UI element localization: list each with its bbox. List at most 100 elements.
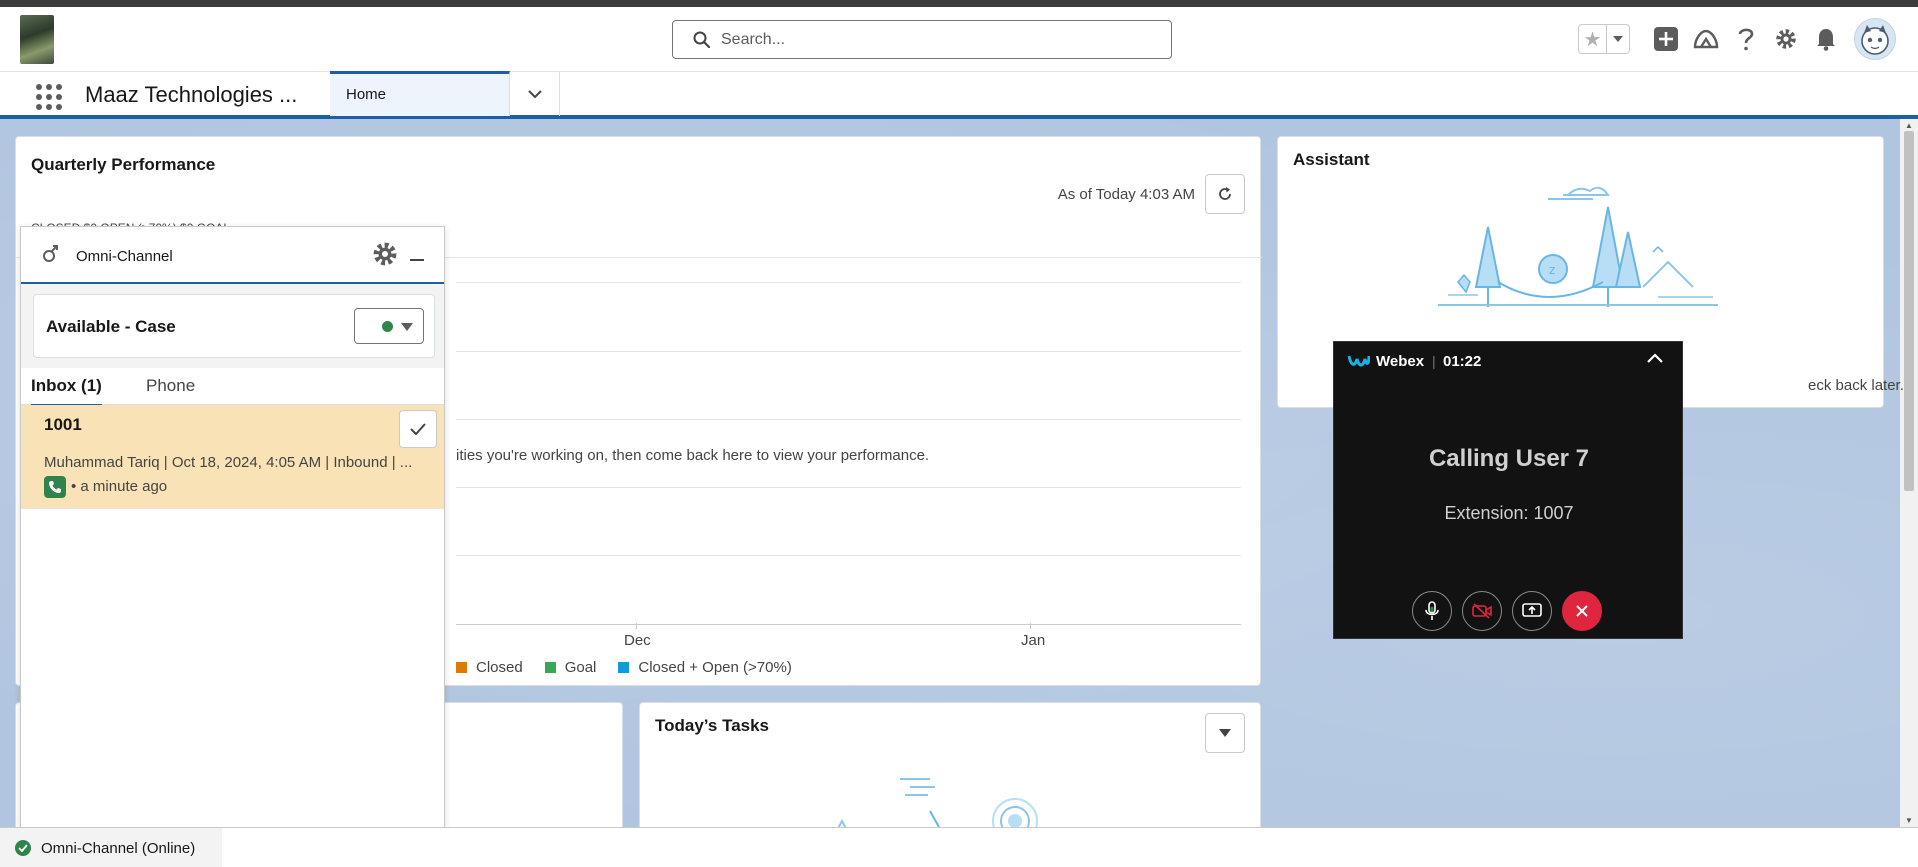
video-button[interactable] [1462,591,1502,631]
global-search[interactable] [672,20,1172,59]
org-logo[interactable] [20,15,54,64]
microphone-icon [1425,601,1439,620]
help-button[interactable] [1726,22,1766,56]
chart-gridline [456,487,1241,488]
user-avatar[interactable] [1854,18,1896,60]
chevron-down-icon [1219,729,1231,737]
x-tick-label: Jan [1021,632,1046,649]
x-tick-label: Dec [624,632,651,649]
utility-bar: Omni-Channel (Online) [0,827,1918,867]
scroll-up-arrow-icon[interactable]: ▲ [1905,121,1913,130]
chevron-down-icon [1613,36,1623,42]
search-icon [693,31,710,48]
navigation-menu-button[interactable] [510,72,560,116]
omni-tabs: Inbox (1) Phone [21,368,444,407]
trailhead-icon [1693,29,1719,49]
search-input[interactable] [721,27,1151,53]
omni-channel-icon [43,245,58,262]
legend-label: Closed + Open (>70%) [638,659,792,676]
chart-gridline [456,282,1241,283]
gear-icon [1776,29,1796,49]
tab-inbox[interactable]: Inbox (1) [31,376,102,407]
share-screen-icon [1522,603,1542,617]
notifications-button[interactable] [1806,22,1846,56]
online-check-icon [15,840,31,856]
phone-icon [44,476,66,498]
end-call-button[interactable] [1562,591,1602,631]
close-icon [1576,605,1588,617]
webex-separator: | [1432,353,1436,369]
calling-status: Calling User 7 [1428,445,1590,472]
chart-x-axis [456,624,1241,625]
plus-icon [1654,27,1678,51]
scrollbar-thumb[interactable] [1904,131,1914,491]
chevron-down-icon [527,89,542,98]
work-item-time: • a minute ago [71,478,168,495]
mute-button[interactable] [1412,591,1452,631]
browser-top-strip [0,0,1918,7]
star-icon[interactable]: ★ [1579,25,1607,53]
chart-gridline [456,351,1241,352]
app-name: Maaz Technologies ... [85,82,298,107]
as-of-timestamp: As of Today 4:03 AM [1057,186,1195,203]
avatar-icon [1861,25,1889,55]
webex-call-widget: Webex | 01:22 Calling User 7 Extension: … [1333,341,1683,639]
utility-item-label: Omni-Channel (Online) [41,839,196,857]
svg-text:z: z [1549,263,1555,277]
chart-tick [636,623,637,629]
webex-logo-icon [1348,355,1370,367]
bell-icon [1817,29,1835,51]
presence-status-box: Available - Case [33,294,435,358]
scroll-down-arrow-icon[interactable]: ▼ [1905,816,1913,825]
legend-swatch [544,662,556,673]
legend-label: Closed [476,659,523,676]
tasks-dropdown-button[interactable] [1205,713,1245,753]
call-controls [1412,591,1612,631]
omni-channel-title: Omni-Channel [76,248,173,265]
video-off-icon [1472,603,1492,619]
assistant-message: eck back later. [1808,377,1904,394]
refresh-button[interactable] [1205,174,1245,214]
extension-label: Extension: 1007 [1444,503,1574,523]
setup-button[interactable] [1766,22,1806,56]
omni-channel-header: Omni-Channel [21,227,444,284]
share-screen-button[interactable] [1512,591,1552,631]
chart-gridline [456,555,1241,556]
app-navigation-bar: Maaz Technologies ... Home [0,71,1918,119]
legend-label: Goal [564,659,597,676]
refresh-icon [1219,187,1231,200]
presence-status-label: Available - Case [46,317,176,336]
chart-gridline [456,419,1241,420]
call-timer: 01:22 [1443,353,1482,370]
utility-item-omni-channel[interactable]: Omni-Channel (Online) [0,828,222,867]
webex-title: Webex [1376,353,1425,370]
checkmark-icon [410,423,426,435]
online-status-dot [382,321,393,332]
presence-status-dropdown[interactable] [354,308,424,344]
legend-swatch [618,662,630,673]
tab-home[interactable]: Home [330,71,510,116]
tab-home-label: Home [346,86,387,103]
app-launcher-icon[interactable] [34,82,64,112]
global-actions-button[interactable] [1646,22,1686,56]
work-item-details: Muhammad Tariq | Oct 18, 2024, 4:05 AM |… [44,454,413,471]
chevron-down-icon [401,323,413,331]
legend-swatch [456,662,467,673]
tab-phone[interactable]: Phone [146,376,195,396]
hammock-illustration-icon: z [1438,186,1718,307]
todays-tasks-card: Today’s Tasks [639,702,1261,843]
gear-icon[interactable] [371,240,399,268]
legend-item-goal: Goal [544,659,597,676]
minimize-button[interactable] [407,243,429,263]
global-header: ★ [0,7,1918,71]
empty-chart-message: ities you're working on, then come back … [456,447,930,464]
page-scrollbar[interactable]: ▲ ▼ [1900,119,1918,827]
work-item[interactable]: 1001 Muhammad Tariq | Oct 18, 2024, 4:05… [21,405,444,509]
accept-work-button[interactable] [399,410,437,448]
help-icon [1738,28,1754,51]
omni-channel-panel: Omni-Channel Available - Case Inbox (1) … [20,226,445,827]
chevron-up-icon[interactable] [1646,352,1664,364]
favorites-dropdown[interactable] [1607,25,1629,53]
quarterly-performance-title: Quarterly Performance [31,155,216,174]
trailhead-button[interactable] [1686,22,1726,56]
